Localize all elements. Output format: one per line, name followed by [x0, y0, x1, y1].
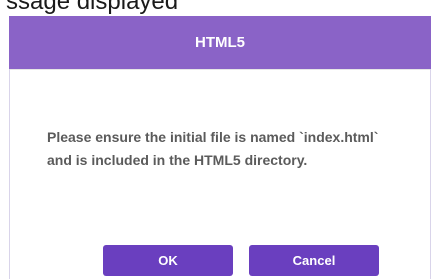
html5-dialog: HTML5 Please ensure the initial file is … — [9, 16, 431, 279]
dialog-title: HTML5 — [195, 34, 245, 51]
dialog-header: HTML5 — [9, 16, 431, 69]
background-text: ssage displayed — [6, 0, 179, 15]
header-divider — [10, 69, 430, 70]
cancel-button[interactable]: Cancel — [249, 245, 379, 276]
dialog-message: Please ensure the initial file is named … — [47, 129, 379, 168]
ok-button[interactable]: OK — [103, 245, 233, 276]
